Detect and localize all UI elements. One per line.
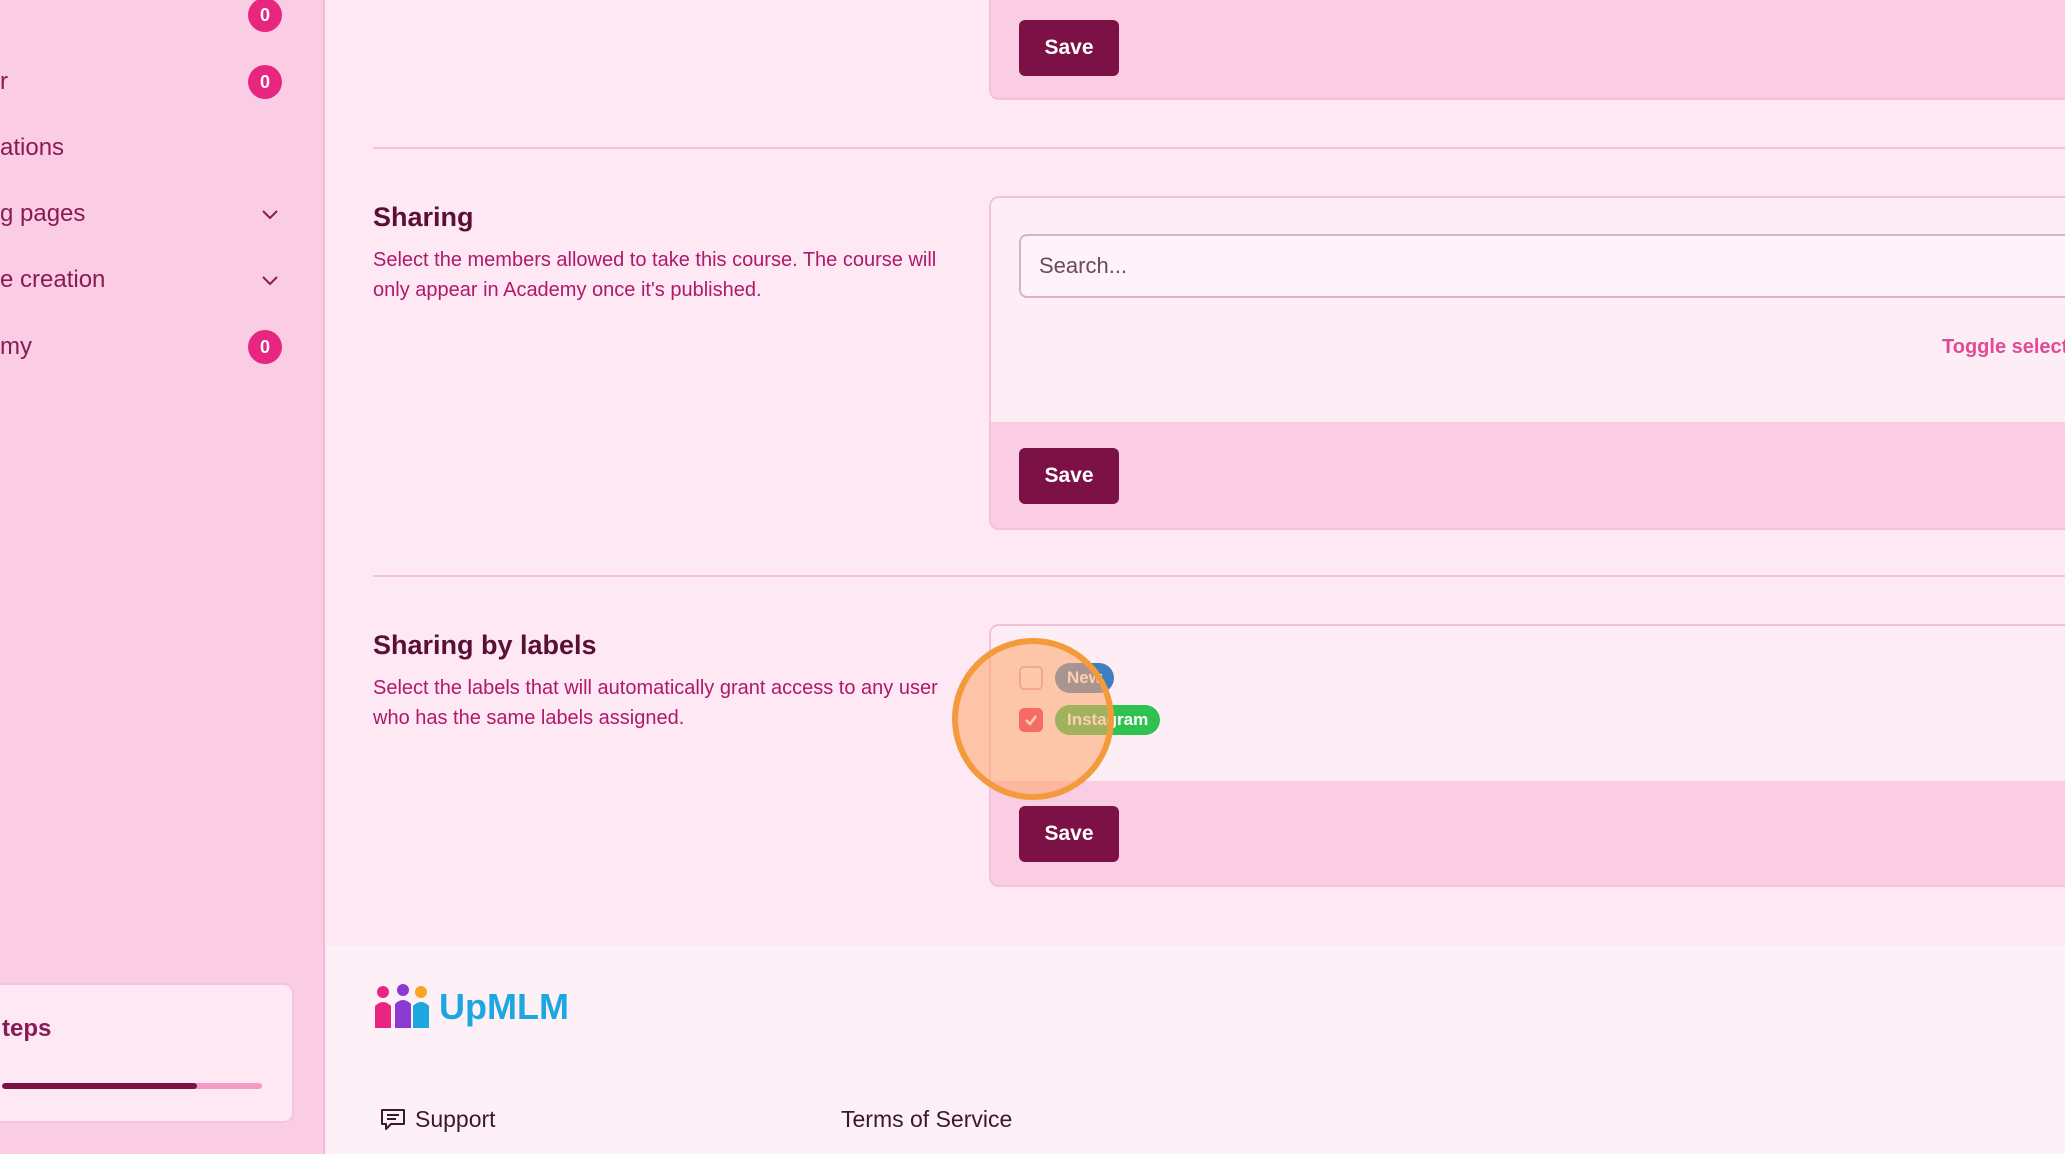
panel-footer (991, 781, 2065, 885)
steps-progress-fill (2, 1083, 197, 1089)
check-icon (1025, 715, 1037, 726)
sidebar-item-2[interactable]: r 0 (0, 57, 300, 107)
sharing-by-labels-title: Sharing by labels (373, 630, 597, 660)
section-divider (373, 147, 2065, 149)
previous-section-panel: Save (989, 0, 2065, 100)
sharing-description: Select the members allowed to take this … (373, 249, 937, 301)
sidebar-item-5[interactable]: e creation (0, 255, 300, 305)
steps-title: teps (2, 1015, 52, 1042)
label-tag: Instagram (1055, 705, 1161, 735)
sharing-panel: Toggle select Save (989, 196, 2065, 530)
terms-label: Terms of Service (841, 1106, 1013, 1132)
app-window: 0 r 0 ations g pages e creation my 0 tep… (0, 0, 2065, 1154)
steps-progress-bar (2, 1083, 262, 1089)
brand-logo[interactable]: UpMLM (373, 984, 569, 1030)
sidebar-item-1[interactable]: 0 (0, 0, 300, 40)
save-button[interactable]: Save (1019, 806, 1119, 862)
member-search-input[interactable] (1019, 234, 2065, 298)
chevron-down-icon (262, 210, 278, 220)
sidebar-item-label: ations (0, 134, 65, 161)
support-link[interactable]: Support (379, 1106, 496, 1133)
chevron-down-icon (262, 276, 278, 286)
count-badge: 0 (248, 65, 282, 99)
chat-icon (381, 1108, 405, 1130)
label-checkbox[interactable] (1019, 666, 1043, 690)
steps-card[interactable]: teps (0, 983, 294, 1123)
section-divider (373, 575, 2065, 577)
sidebar-item-label: my (0, 333, 32, 360)
save-button[interactable]: Save (1019, 20, 1119, 76)
label-checkbox[interactable] (1019, 708, 1043, 732)
terms-link[interactable]: Terms of Service (841, 1106, 1012, 1133)
sidebar-item-label: g pages (0, 200, 86, 227)
sidebar-item-3[interactable]: ations (0, 123, 300, 173)
brand-name: UpMLM (439, 986, 569, 1027)
count-badge: 0 (248, 0, 282, 32)
panel-footer (991, 0, 2065, 98)
count-badge: 0 (248, 330, 282, 364)
sharing-by-labels-description: Select the labels that will automaticall… (373, 677, 938, 729)
support-label: Support (415, 1106, 496, 1132)
toggle-select-link[interactable]: Toggle select (1942, 336, 2065, 359)
save-button[interactable]: Save (1019, 448, 1119, 504)
labels-panel: New Instagram Save (989, 624, 2065, 887)
label-option-new[interactable]: New (1019, 663, 1114, 693)
panel-footer (991, 422, 2065, 528)
sidebar-item-4[interactable]: g pages (0, 189, 300, 239)
sharing-title: Sharing (373, 202, 474, 232)
sidebar-item-label: r (0, 68, 8, 95)
page-footer: UpMLM Support Terms of Service (327, 946, 2065, 1154)
sidebar-item-label: e creation (0, 266, 106, 293)
sidebar: 0 r 0 ations g pages e creation my 0 tep… (0, 0, 325, 1154)
label-option-instagram[interactable]: Instagram (1019, 705, 1161, 735)
people-logo-icon (375, 984, 429, 1028)
sidebar-item-6[interactable]: my 0 (0, 322, 300, 372)
label-tag: New (1055, 663, 1114, 693)
